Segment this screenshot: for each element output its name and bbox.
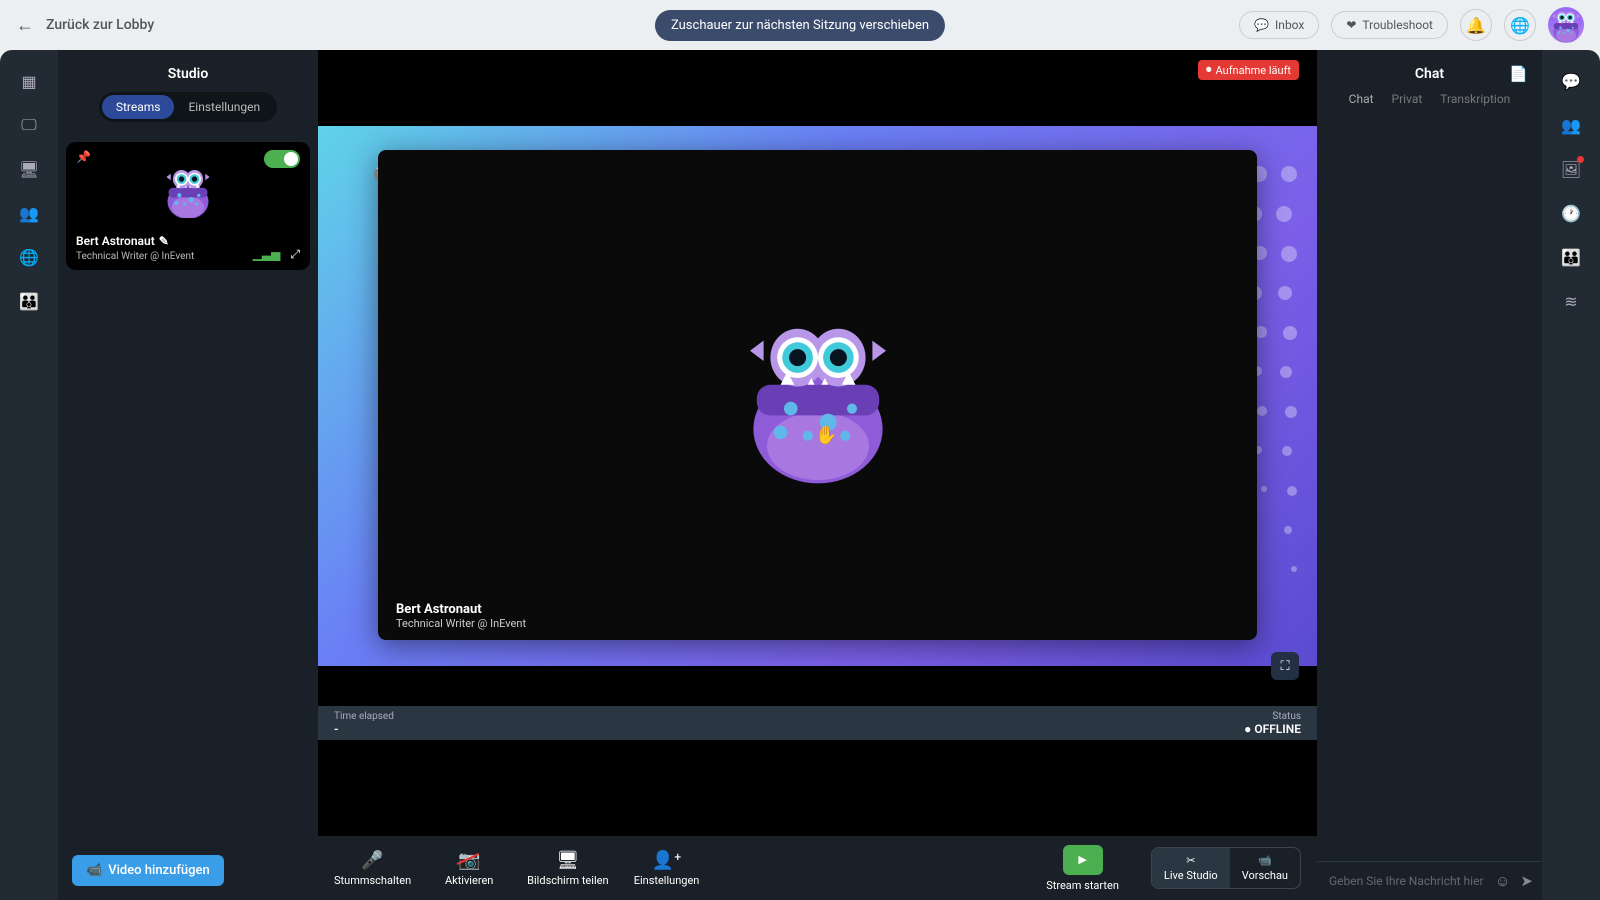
preview-mode[interactable]: 📹 Vorschau <box>1230 848 1300 888</box>
stream-card[interactable]: 📌 Bert Astronaut ✎ Technical Writer @ In… <box>66 142 310 270</box>
language-button[interactable]: 🌐 <box>1504 9 1536 41</box>
studio-panel: Studio Streams Einstellungen 📌 Bert Astr… <box>58 50 318 900</box>
pin-icon[interactable]: 📌 <box>76 150 91 164</box>
fullscreen-button[interactable]: ⛶ <box>1271 652 1299 680</box>
emoji-icon[interactable]: ☺ <box>1495 872 1510 890</box>
world-icon[interactable]: 🌐 <box>18 246 40 268</box>
chat-bubble-icon: 💬 <box>1254 18 1269 32</box>
settings-button[interactable]: 👤⁺ Einstellungen <box>633 849 701 887</box>
video-name-overlay: Bert Astronaut Technical Writer @ InEven… <box>396 602 526 630</box>
recording-indicator: ⏺ Aufnahme läuft <box>1198 60 1299 80</box>
tab-streams[interactable]: Streams <box>102 95 175 119</box>
people-icon[interactable]: 👥 <box>18 202 40 224</box>
add-video-button[interactable]: 📹 Video hinzufügen <box>72 855 224 886</box>
chat-tab-private[interactable]: Privat <box>1392 92 1423 106</box>
media-rail-icon[interactable]: 🖼 <box>1560 158 1582 180</box>
user-avatar[interactable] <box>1548 7 1584 43</box>
screen-icon: 🖥 <box>556 849 579 871</box>
clock-rail-icon[interactable]: 🕐 <box>1560 202 1582 224</box>
card-name: Bert Astronaut ✎ <box>76 234 169 248</box>
scissors-icon: ✂ <box>1186 854 1195 867</box>
notes-icon[interactable]: 📄 <box>1509 65 1528 83</box>
chat-tab-transcription[interactable]: Transkription <box>1440 92 1510 106</box>
right-rail: 💬 👥 🖼 🕐 👪 ≋ <box>1542 50 1600 900</box>
share-screen-button[interactable]: 🖥 Bildschirm teilen <box>527 849 608 887</box>
camera-off-icon: 📷 <box>458 849 480 871</box>
mic-icon: 🎤 <box>361 849 383 871</box>
lobby-link[interactable]: Zurück zur Lobby <box>46 17 154 33</box>
chat-title: Chat <box>1415 66 1444 82</box>
left-rail: ▦ 🖵 🖥 👥 🌐 👪 <box>0 50 58 900</box>
notifications-button[interactable]: 🔔 <box>1460 9 1492 41</box>
time-elapsed-value: - <box>334 722 394 736</box>
play-icon: ▶ <box>1078 853 1086 866</box>
chat-tabs: Chat Privat Transkription <box>1317 92 1542 114</box>
layers-rail-icon[interactable]: ≋ <box>1560 290 1582 312</box>
stream-toggle[interactable] <box>264 150 300 168</box>
status-label: Status <box>1244 711 1301 722</box>
studio-tabs: Streams Einstellungen <box>58 92 318 134</box>
main-video[interactable]: Bert Astronaut Technical Writer @ InEven… <box>378 150 1257 640</box>
edit-icon[interactable]: ✎ <box>159 234 169 248</box>
notification-dot <box>1577 156 1584 163</box>
video-icon: 📹 <box>86 863 102 878</box>
chat-tab-chat[interactable]: Chat <box>1349 92 1374 106</box>
start-stream-button[interactable]: ▶ <box>1063 845 1103 875</box>
signal-icon: ▁▃▅ <box>253 247 281 262</box>
move-viewers-button[interactable]: Zuschauer zur nächsten Sitzung verschieb… <box>655 10 945 41</box>
chat-input[interactable] <box>1329 874 1485 888</box>
live-studio-mode[interactable]: ✂ Live Studio <box>1152 848 1230 888</box>
user-plus-icon: 👤⁺ <box>652 849 682 871</box>
chat-rail-icon[interactable]: 💬 <box>1560 70 1582 92</box>
bottom-controls: 🎤 Stummschalten 📷 Aktivieren 🖥 Bildschir… <box>318 836 1317 900</box>
groups-rail-icon[interactable]: 👪 <box>1560 246 1582 268</box>
mode-switch: ✂ Live Studio 📹 Vorschau <box>1151 847 1301 889</box>
popout-icon[interactable]: ⤢ <box>290 247 300 262</box>
studio-title: Studio <box>58 50 318 92</box>
start-stream-label: Stream starten <box>1046 879 1119 892</box>
chat-messages <box>1317 114 1542 861</box>
status-bar: Time elapsed - Status ● OFFLINE <box>318 706 1317 740</box>
camera-icon: 📹 <box>1258 854 1272 867</box>
troubleshoot-button[interactable]: ❤ Troubleshoot <box>1331 11 1448 39</box>
stage: ⏺ Aufnahme läuft <box>318 50 1317 900</box>
bell-icon: 🔔 <box>1466 16 1486 35</box>
globe-icon: 🌐 <box>1510 16 1530 35</box>
mute-button[interactable]: 🎤 Stummschalten <box>334 849 411 887</box>
back-arrow-icon[interactable]: ← <box>16 15 34 36</box>
monitor-icon[interactable]: 🖵 <box>18 114 40 136</box>
presentation-icon[interactable]: 🖥 <box>18 158 40 180</box>
participants-rail-icon[interactable]: 👥 <box>1560 114 1582 136</box>
chat-input-row: ☺ ➤ <box>1317 861 1542 900</box>
chat-panel: Chat 📄 Chat Privat Transkription ☺ ➤ <box>1317 50 1542 900</box>
activate-camera-button[interactable]: 📷 Aktivieren <box>435 849 503 887</box>
status-value: ● OFFLINE <box>1244 722 1301 736</box>
video-area: Bert Astronaut Technical Writer @ InEven… <box>318 50 1317 706</box>
inbox-button[interactable]: 💬 Inbox <box>1239 11 1319 39</box>
tab-settings[interactable]: Einstellungen <box>174 95 274 119</box>
troubleshoot-label: Troubleshoot <box>1362 18 1433 32</box>
inbox-label: Inbox <box>1275 18 1304 32</box>
group-icon[interactable]: 👪 <box>18 290 40 312</box>
layouts-icon[interactable]: ▦ <box>18 70 40 92</box>
card-role: Technical Writer @ InEvent <box>76 251 194 262</box>
heartbeat-icon: ❤ <box>1346 18 1356 32</box>
record-icon: ⏺ <box>1206 63 1212 77</box>
gallery-strip <box>318 740 1317 836</box>
send-icon[interactable]: ➤ <box>1520 872 1533 890</box>
topbar: ← Zurück zur Lobby Zuschauer zur nächste… <box>0 0 1600 50</box>
time-elapsed-label: Time elapsed <box>334 711 394 722</box>
